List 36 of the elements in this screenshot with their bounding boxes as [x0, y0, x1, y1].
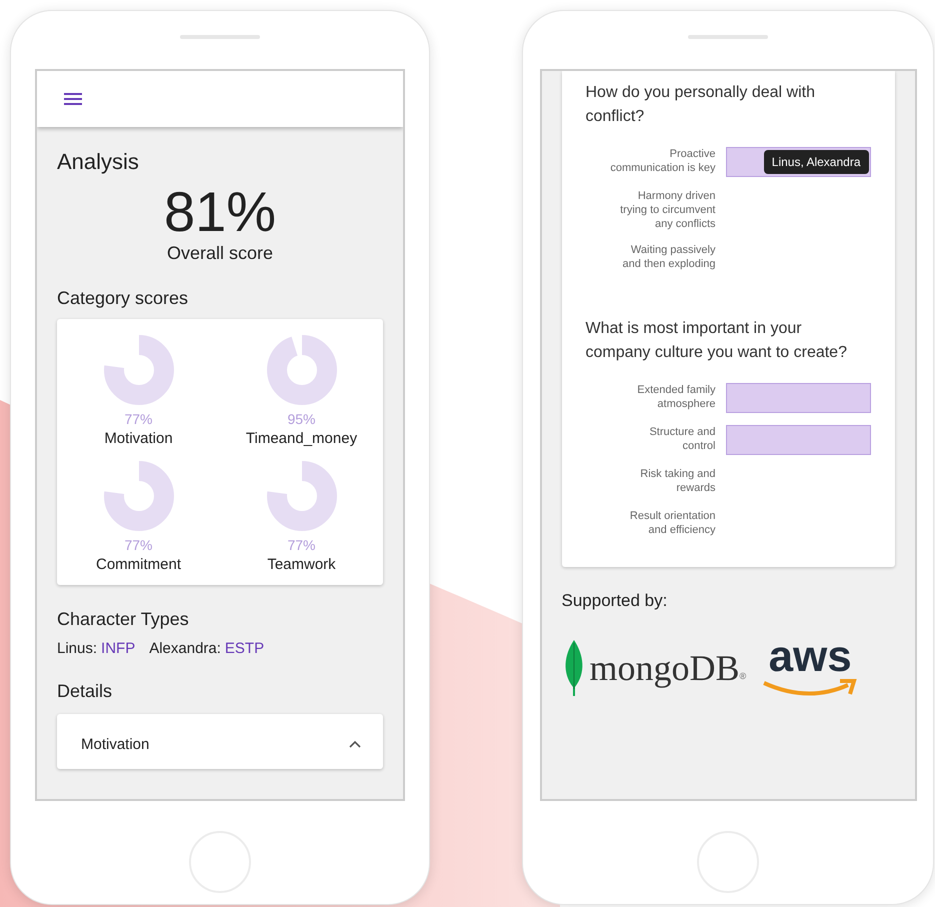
answer-label: Proactive communication is key — [609, 147, 716, 175]
category-percent: 77% — [124, 410, 153, 427]
personality-type: ESTP — [224, 640, 264, 657]
answer-label: Extended family atmosphere — [636, 383, 716, 411]
chevron-icon[interactable] — [349, 740, 361, 748]
answer-label: Risk taking and rewards — [639, 467, 716, 495]
question-text: What is most important in your company culture you want to create? — [586, 319, 848, 363]
section-heading: Details — [57, 680, 114, 702]
answer-label: Structure and control — [648, 425, 716, 453]
personality-type: INFP — [101, 640, 136, 657]
answer-label: Harmony driven trying to circumvent any conflicts — [619, 189, 716, 231]
supported-by-label: Supported by: — [562, 591, 668, 611]
menu-icon[interactable] — [64, 93, 82, 105]
registered-mark: ® — [740, 671, 746, 681]
score-label: Overall score — [166, 242, 274, 264]
overall-score: 81% — [162, 181, 278, 243]
logo-wordmark: aws — [768, 637, 852, 677]
category-name: Teamwork — [267, 556, 336, 573]
page-title: Analysis — [57, 149, 140, 175]
category-name: Timeand_money — [246, 430, 358, 447]
logo-wordmark: mongoDB — [590, 647, 740, 689]
section-heading: Category scores — [57, 288, 190, 309]
category-percent: 77% — [124, 536, 153, 553]
answer-label: Waiting passively and then exploding — [622, 243, 716, 271]
category-percent: 77% — [287, 536, 316, 553]
details-panel[interactable]: Motivation — [57, 714, 383, 769]
answer-label: Result orientation and efficiency — [628, 509, 716, 537]
question-text: How do you personally deal with conflict? — [586, 83, 816, 127]
category-percent: 95% — [287, 410, 316, 427]
category-name: Motivation — [104, 430, 173, 447]
panel-title: Motivation — [81, 736, 150, 753]
person-name: Alexandra: — [149, 640, 221, 657]
person-name: Linus: — [57, 640, 98, 657]
tooltip: Linus, Alexandra — [764, 150, 868, 174]
section-heading: Character Types — [57, 608, 190, 630]
category-name: Commitment — [96, 556, 181, 573]
